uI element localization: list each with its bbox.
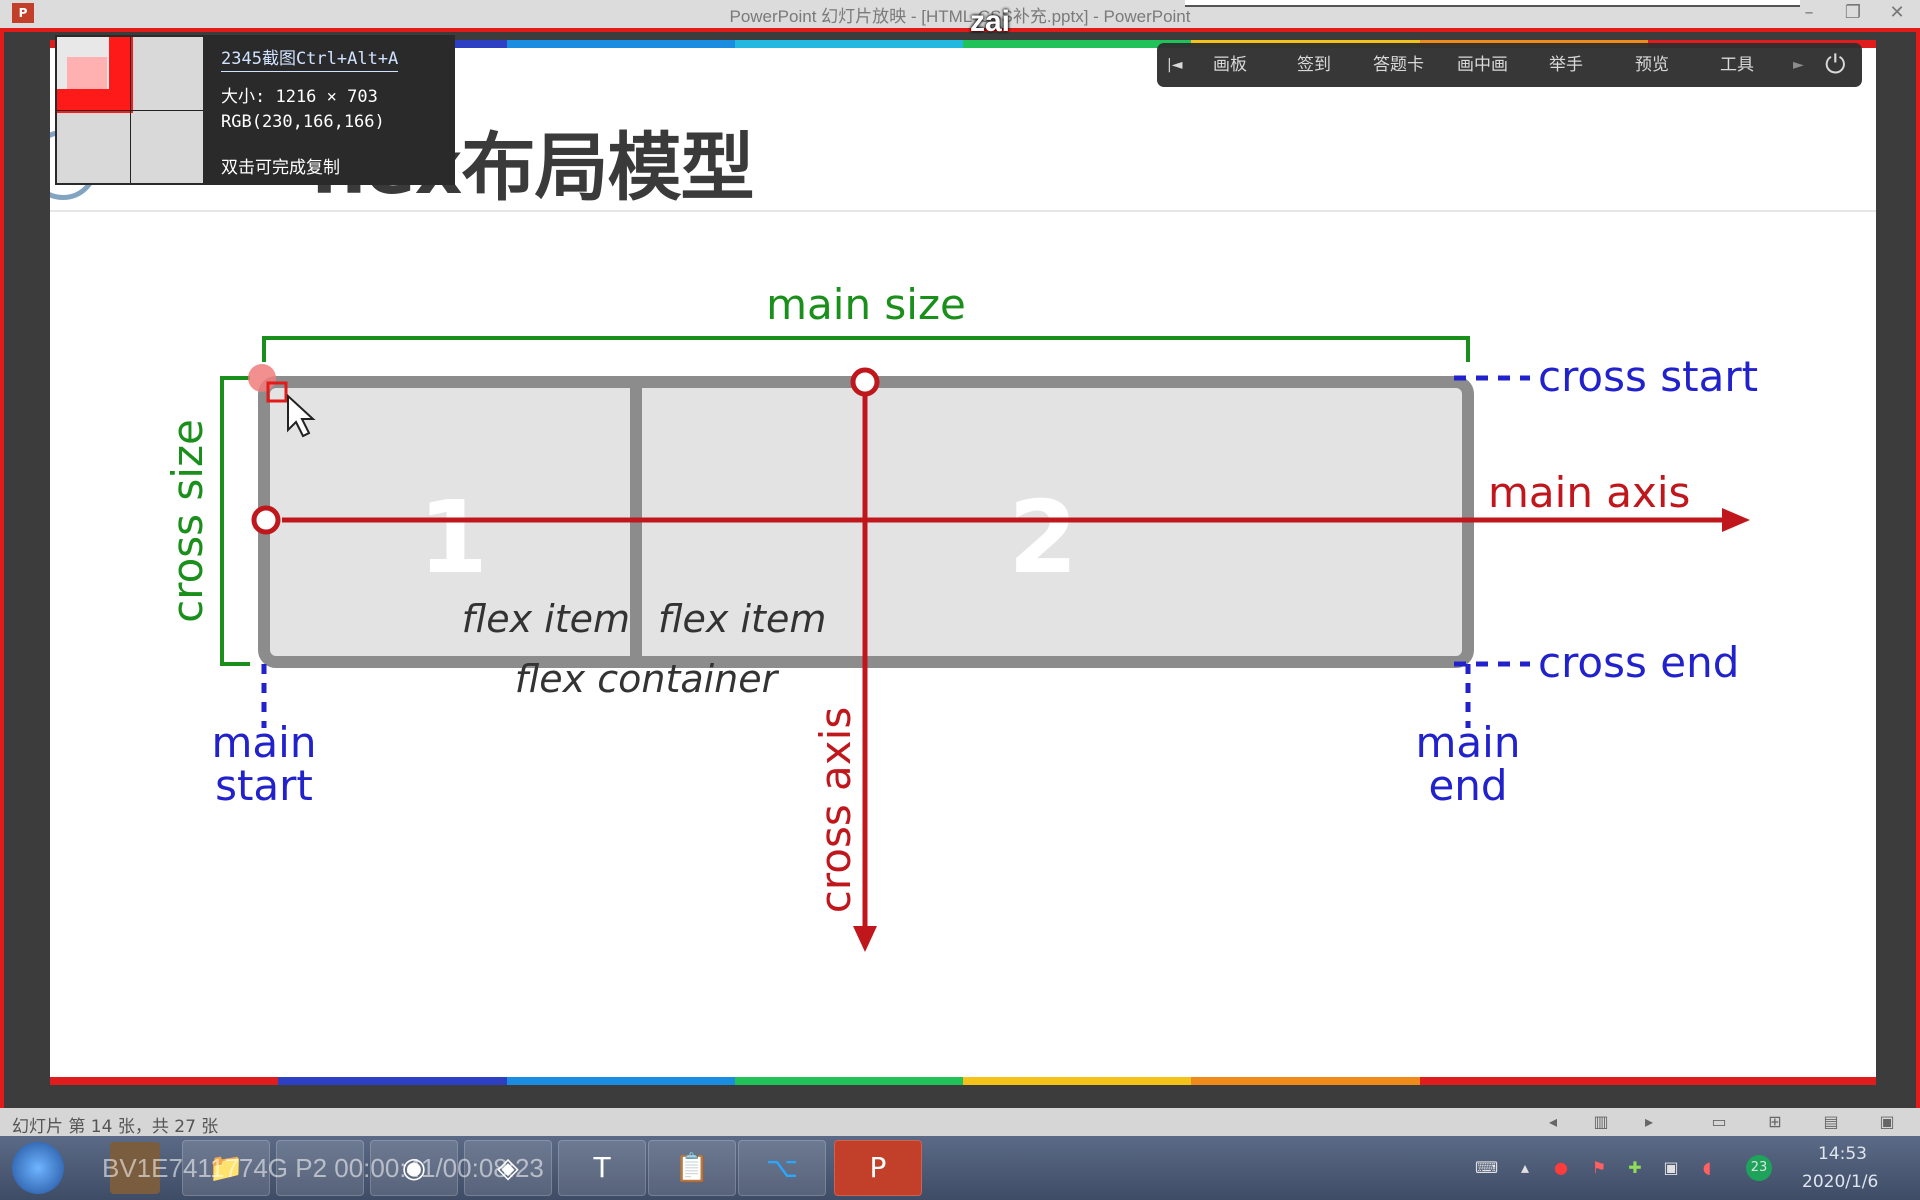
capture-hint-text: 双击可完成复制 [221,158,340,178]
magnifier-preview [57,37,203,183]
taskbar-app-notes[interactable]: 📋 [648,1140,736,1196]
slide-sorter-icon[interactable]: ▥ [1590,1112,1612,1132]
toolbar-next-icon[interactable]: ► [1793,43,1804,87]
main-end-label-line1: main [1416,718,1521,767]
item-number-2: 2 [1008,479,1078,596]
cross-size-bracket [220,376,250,666]
taskbar-app-typora[interactable]: T [558,1140,646,1196]
tray-expand-icon[interactable]: ▴ [1515,1158,1535,1178]
close-button[interactable]: ✕ [1883,2,1911,24]
power-icon[interactable]: ⏻ [1825,43,1846,87]
capture-rgb-text: RGB(230,166,166) [221,112,385,132]
cross-start-label: cross start [1538,352,1758,401]
item-number-1: 1 [418,479,488,596]
rainbow-bottom-bar [50,1077,1876,1085]
grid-view-icon[interactable]: ⊞ [1764,1112,1786,1132]
start-button[interactable] [12,1142,64,1194]
record-tray-icon[interactable]: ● [1551,1158,1571,1178]
cross-end-label: cross end [1538,638,1739,687]
normal-view-icon[interactable]: ▭ [1708,1112,1730,1132]
toolbar-item-raise-hand[interactable]: 举手 [1549,43,1583,87]
main-end-label-line2: end [1428,761,1507,810]
main-axis-arrowhead [1722,508,1750,532]
main-axis-origin [251,505,281,535]
restore-button[interactable]: ❐ [1839,2,1867,24]
video-subtitle: zai [970,5,1011,38]
flag-tray-icon[interactable]: ⚑ [1589,1158,1609,1178]
network-tray-icon[interactable]: ▣ [1661,1158,1681,1178]
main-start-label-line2: start [215,761,313,810]
toolbar-item-check-in[interactable]: 签到 [1297,43,1331,87]
taskbar-app-powerpoint[interactable]: P [834,1140,922,1196]
video-id-overlay: BV1E7411774G P2 00:00:41/00:08:23 [102,1153,544,1183]
toolbar-prev-icon[interactable]: |◄ [1167,43,1182,87]
main-size-label: main size [766,280,966,329]
capture-top-handle [1185,0,1800,7]
next-slide-icon[interactable]: ▸ [1638,1112,1660,1132]
flex-item-label-1: flex item [462,597,630,641]
flex-container-label: flex container [515,657,780,701]
flex-layout-diagram: 1 2 flex item flex item flex container m… [163,280,1758,952]
reading-view-icon[interactable]: ▤ [1820,1112,1842,1132]
main-start-label-line1: main [212,718,317,767]
capture-hotkey-text: 2345截图Ctrl+Alt+A [221,44,399,72]
security-tray-icon[interactable]: ✚ [1625,1158,1645,1178]
keyboard-tray-icon[interactable]: ⌨ [1475,1158,1498,1178]
slideshow-view-icon[interactable]: ▣ [1876,1112,1898,1132]
toolbar-item-preview[interactable]: 预览 [1635,43,1669,87]
main-axis-label: main axis [1488,468,1690,517]
clock-date[interactable]: 2020/1/6 [1802,1172,1878,1192]
notification-badge[interactable]: 23 [1746,1155,1772,1181]
toolbar-item-answer-card[interactable]: 答题卡 [1373,43,1424,87]
main-size-bracket [262,336,1470,362]
clock-time[interactable]: 14:53 [1818,1144,1867,1164]
toolbar-item-picture-in-picture[interactable]: 画中画 [1457,43,1508,87]
cross-axis-arrowhead [853,926,877,952]
capture-size-text: 大小: 1216 × 703 [221,87,378,107]
powerpoint-status-bar: 幻灯片 第 14 张，共 27 张 ◂ ▥ ▸ ▭ ⊞ ▤ ▣ [0,1108,1920,1137]
toolbar-item-tools[interactable]: 工具 [1720,43,1754,87]
slideshow-toolbar: |◄ 画板 签到 答题卡 画中画 举手 预览 工具 ► ⏻ [1157,43,1862,87]
cross-axis-label: cross axis [811,707,860,913]
slide-counter: 幻灯片 第 14 张，共 27 张 [12,1117,219,1137]
slide-canvas: flex布局模型 1 2 flex item flex item flex co… [50,40,1876,1085]
screenshot-tool-popup: 2345截图Ctrl+Alt+A 大小: 1216 × 703 RGB(230,… [55,35,455,185]
capture-start-marker [248,364,276,392]
taskbar-app-vscode[interactable]: ⌥ [738,1140,826,1196]
volume-muted-icon[interactable]: ◖ [1697,1158,1717,1178]
prev-slide-icon[interactable]: ◂ [1542,1112,1564,1132]
flex-item-label-2: flex item [658,597,826,641]
cross-size-label: cross size [163,419,212,623]
cross-axis-origin [850,367,880,397]
toolbar-item-drawing-board[interactable]: 画板 [1213,43,1247,87]
